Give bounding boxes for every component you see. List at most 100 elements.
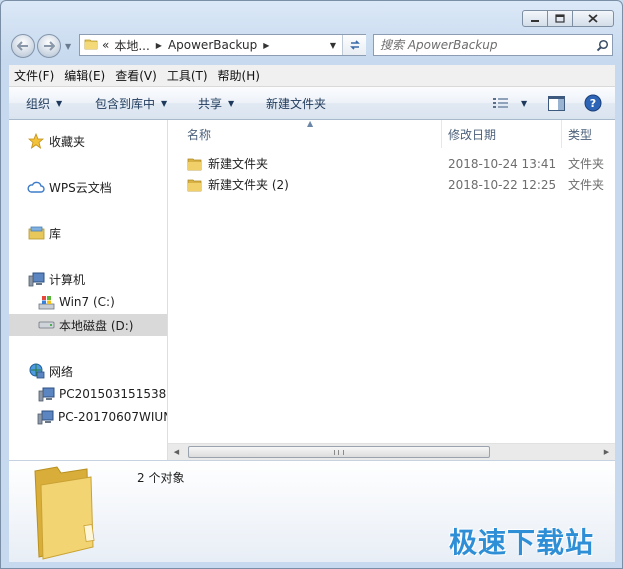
file-name: 新建文件夹 <box>208 157 269 171</box>
help-button[interactable]: ? <box>584 87 602 119</box>
include-in-library-button[interactable]: 包含到库中 ▼ <box>95 87 167 119</box>
forward-arrow-icon <box>44 41 55 51</box>
address-dropdown-icon[interactable]: ▼ <box>324 35 341 55</box>
search-input[interactable] <box>374 36 592 54</box>
file-type: 文件夹 <box>568 157 605 171</box>
folder-icon <box>187 157 202 171</box>
search-icon[interactable] <box>592 39 612 52</box>
library-icon <box>27 225 45 241</box>
nav-computer[interactable]: 计算机 <box>9 268 167 290</box>
maximize-button[interactable] <box>547 10 573 27</box>
file-name-cell: 新建文件夹 <box>187 155 268 172</box>
scrollbar-thumb[interactable] <box>188 446 490 458</box>
nav-pc1-label: PC201503151538 <box>59 387 167 401</box>
new-folder-button[interactable]: 新建文件夹 <box>266 87 326 119</box>
svg-text:?: ? <box>590 97 596 110</box>
minimize-button[interactable] <box>522 10 548 27</box>
close-button[interactable] <box>572 10 614 27</box>
refresh-button[interactable] <box>342 35 366 55</box>
column-header-type[interactable]: 类型 <box>561 120 615 148</box>
command-bar: 组织 ▼ 包含到库中 ▼ 共享 ▼ 新建文件夹 ▼ ? <box>9 87 615 120</box>
breadcrumb-overflow[interactable]: « <box>102 38 109 52</box>
breadcrumb-apowerbackup[interactable]: ApowerBackup <box>168 38 257 52</box>
cloud-icon <box>27 179 45 195</box>
breadcrumb-separator-icon[interactable]: ▶ <box>263 41 269 50</box>
menu-tools[interactable]: 工具(T) <box>162 67 213 84</box>
nav-libraries-label: 库 <box>49 226 62 241</box>
network-computer-icon <box>37 386 55 402</box>
hard-drive-icon <box>37 317 55 333</box>
search-box <box>373 34 613 56</box>
large-folder-icon <box>31 463 101 564</box>
caption-buttons <box>522 10 614 27</box>
folder-icon <box>84 37 98 54</box>
column-header-name[interactable]: 名称 <box>181 120 441 148</box>
address-bar[interactable]: « 本地... ▶ ApowerBackup ▶ ▼ <box>79 34 366 56</box>
file-row[interactable]: 新建文件夹 (2) 2018-10-22 12:25 文件夹 <box>181 174 611 195</box>
folder-icon <box>187 178 202 192</box>
chevron-down-icon: ▼ <box>161 98 168 108</box>
network-icon <box>27 363 45 379</box>
preview-pane-button[interactable] <box>548 87 565 119</box>
column-headers: ▲ 名称 修改日期 类型 <box>168 120 615 148</box>
back-button[interactable] <box>11 34 35 58</box>
include-label: 包含到库中 <box>95 96 156 111</box>
details-pane: 2 个对象 极速下载站 <box>9 460 615 562</box>
nav-pc1[interactable]: PC201503151538 <box>9 383 167 405</box>
nav-wps-cloud[interactable]: WPS云文档 <box>9 176 167 198</box>
scroll-left-icon[interactable]: ◀ <box>168 444 185 460</box>
horizontal-scrollbar[interactable]: ◀ ▶ <box>168 443 615 460</box>
nav-computer-label: 计算机 <box>49 272 86 287</box>
nav-libraries[interactable]: 库 <box>9 222 167 244</box>
menu-bar: 文件(F) 编辑(E) 查看(V) 工具(T) 帮助(H) <box>9 65 615 87</box>
menu-file[interactable]: 文件(F) <box>9 67 59 84</box>
chevron-down-icon: ▼ <box>56 98 63 108</box>
nav-favorites-label: 收藏夹 <box>49 134 86 149</box>
refresh-icon <box>349 40 360 50</box>
breadcrumb-local-disk[interactable]: 本地... <box>114 37 149 54</box>
nav-drive-c[interactable]: Win7 (C:) <box>9 291 167 313</box>
share-button[interactable]: 共享 ▼ <box>198 87 234 119</box>
file-list: ▲ 名称 修改日期 类型 新建文件夹 2018-10-24 13:41 文件夹 … <box>168 120 615 460</box>
file-date: 2018-10-24 13:41 <box>448 156 557 171</box>
help-icon: ? <box>584 94 602 112</box>
file-name: 新建文件夹 (2) <box>208 178 289 192</box>
menu-help[interactable]: 帮助(H) <box>213 67 265 84</box>
nav-network-label: 网络 <box>49 364 74 379</box>
menu-edit[interactable]: 编辑(E) <box>59 67 110 84</box>
item-count: 2 个对象 <box>137 471 185 485</box>
nav-drive-c-label: Win7 (C:) <box>59 295 115 309</box>
column-header-date[interactable]: 修改日期 <box>441 120 561 148</box>
new-folder-label: 新建文件夹 <box>266 96 327 111</box>
navigation-pane: 收藏夹 WPS云文档 库 计算机 Win7 (C:) 本地磁盘 (D:) 网络 … <box>9 120 168 460</box>
scroll-right-icon[interactable]: ▶ <box>598 444 615 460</box>
nav-drive-d[interactable]: 本地磁盘 (D:) <box>9 314 167 336</box>
close-icon <box>588 14 598 23</box>
chevron-down-icon: ▼ <box>521 98 528 108</box>
change-view-button[interactable]: ▼ <box>493 87 527 119</box>
breadcrumb-separator-icon[interactable]: ▶ <box>156 41 162 50</box>
chevron-down-icon: ▼ <box>228 98 235 108</box>
history-buttons: ▼ <box>9 34 79 60</box>
nav-drive-d-label: 本地磁盘 (D:) <box>59 318 134 333</box>
network-computer-icon <box>37 409 54 425</box>
nav-favorites[interactable]: 收藏夹 <box>9 130 167 152</box>
grip-icon <box>334 449 344 455</box>
nav-wps-label: WPS云文档 <box>49 180 112 195</box>
view-details-icon <box>493 98 508 108</box>
breadcrumb: « 本地... ▶ ApowerBackup ▶ <box>102 37 275 54</box>
preview-pane-icon <box>548 95 565 111</box>
watermark: 极速下载站 <box>449 526 595 559</box>
recent-pages-dropdown[interactable]: ▼ <box>65 42 71 51</box>
file-date: 2018-10-22 12:25 <box>448 177 557 192</box>
file-row[interactable]: 新建文件夹 2018-10-24 13:41 文件夹 <box>181 153 611 174</box>
maximize-icon <box>555 14 565 23</box>
nav-network[interactable]: 网络 <box>9 360 167 382</box>
menu-view[interactable]: 查看(V) <box>110 67 162 84</box>
forward-button[interactable] <box>37 34 61 58</box>
system-drive-icon <box>37 294 55 310</box>
star-icon <box>27 133 45 149</box>
minimize-icon <box>531 19 539 22</box>
organize-button[interactable]: 组织 ▼ <box>26 87 62 119</box>
nav-pc2[interactable]: PC-20170607WIUN <box>9 406 167 428</box>
